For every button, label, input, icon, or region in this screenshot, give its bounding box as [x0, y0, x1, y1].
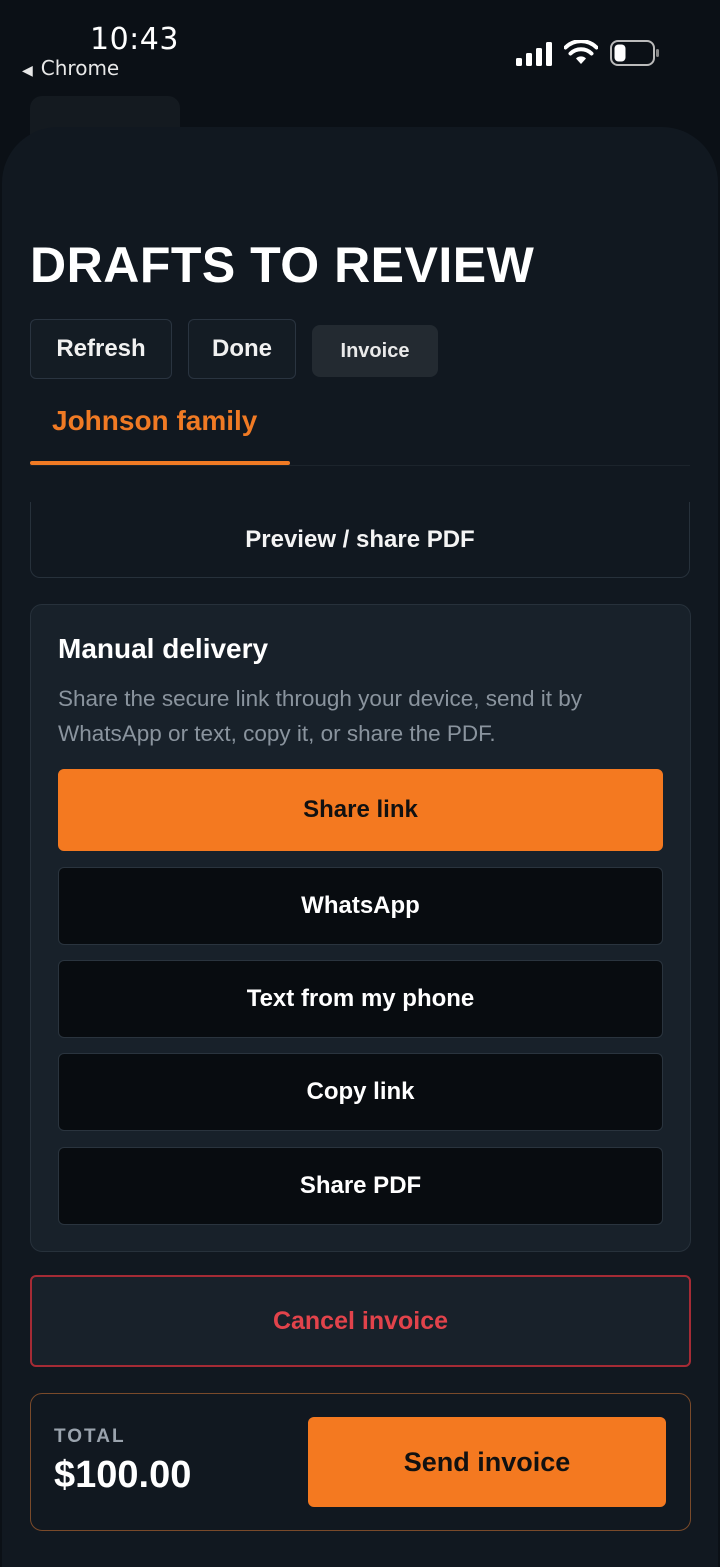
tab-divider — [30, 465, 690, 466]
send-invoice-button[interactable]: Send invoice — [308, 1417, 666, 1507]
back-arrow-icon: ◀ — [22, 63, 33, 79]
page-title: DRAFTS TO REVIEW — [30, 237, 535, 293]
back-app-label: Chrome — [40, 56, 120, 80]
invoice-type-chip[interactable]: Invoice — [312, 325, 438, 377]
total-label: TOTAL — [54, 1426, 126, 1447]
cancel-invoice-button[interactable]: Cancel invoice — [30, 1275, 691, 1367]
wifi-icon — [564, 40, 598, 64]
signal-icon — [516, 42, 552, 66]
manual-delivery-description: Share the secure link through your devic… — [58, 686, 583, 746]
whatsapp-button[interactable]: WhatsApp — [58, 867, 663, 945]
status-bar: 10:43 ◀ Chrome — [0, 0, 720, 90]
preview-share-pdf-button[interactable]: Preview / share PDF — [30, 502, 690, 578]
share-link-button[interactable]: Share link — [58, 769, 663, 851]
manual-delivery-card: Manual delivery Share the secure link th… — [30, 604, 691, 1252]
active-tab-indicator — [30, 461, 290, 465]
status-time: 10:43 — [90, 22, 179, 57]
text-from-phone-button[interactable]: Text from my phone — [58, 960, 663, 1038]
manual-delivery-title: Manual delivery — [58, 633, 269, 664]
refresh-button[interactable]: Refresh — [30, 319, 172, 379]
done-button[interactable]: Done — [188, 319, 296, 379]
invoice-footer: TOTAL $100.00 Send invoice — [30, 1393, 691, 1531]
battery-icon — [610, 40, 659, 66]
share-pdf-button[interactable]: Share PDF — [58, 1147, 663, 1225]
copy-link-button[interactable]: Copy link — [58, 1053, 663, 1131]
total-value: $100.00 — [54, 1454, 192, 1496]
back-to-app-link[interactable]: ◀ Chrome — [22, 56, 119, 80]
tab-johnson-family[interactable]: Johnson family — [52, 405, 257, 437]
